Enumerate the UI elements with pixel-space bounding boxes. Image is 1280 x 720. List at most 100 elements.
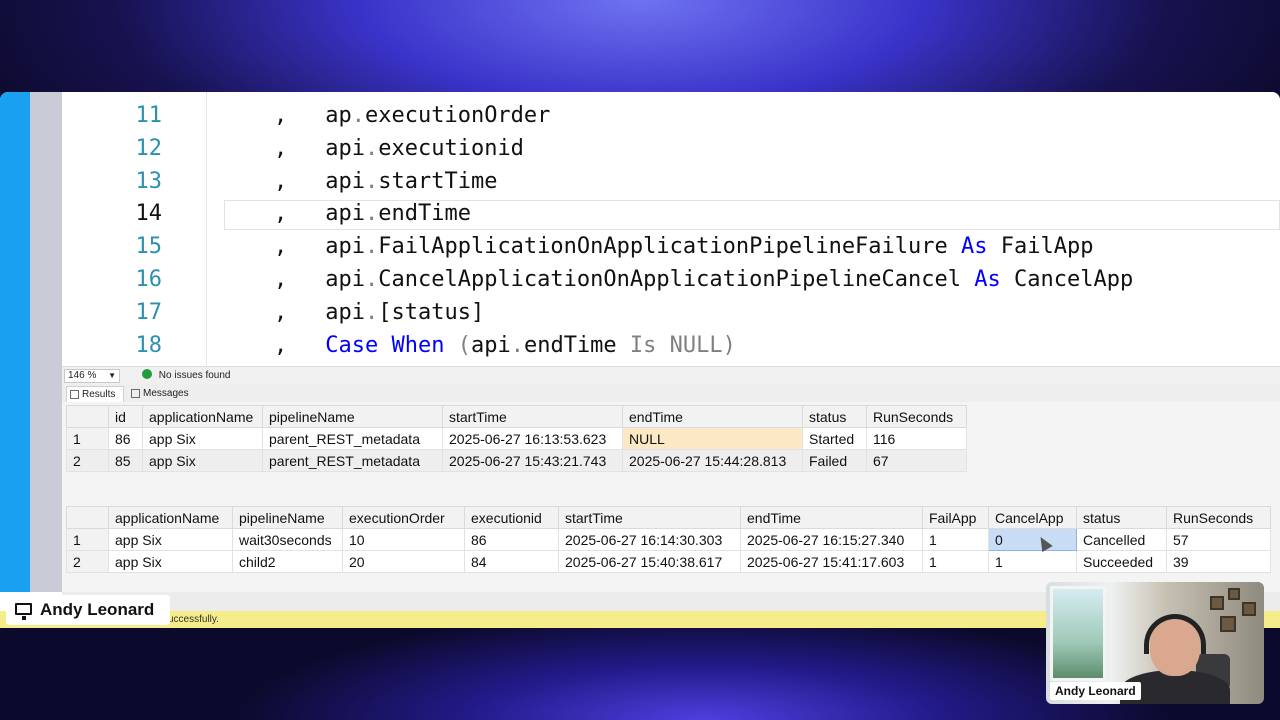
code-line[interactable]: 14, api.endTime (62, 198, 1280, 230)
code-text: , api.FailApplicationOnApplicationPipeli… (274, 231, 1094, 263)
column-header[interactable]: FailApp (922, 506, 989, 529)
grid-cell[interactable]: parent_REST_metadata (262, 449, 443, 472)
grid-cell[interactable]: 86 (108, 427, 143, 450)
grid-cell[interactable]: 1 (922, 550, 989, 573)
column-header[interactable]: executionOrder (342, 506, 465, 529)
code-token: FailApp (987, 234, 1094, 260)
grid-cell[interactable]: app Six (142, 449, 263, 472)
grid-cell[interactable]: 86 (464, 528, 559, 551)
table-row[interactable]: 1 86 app Six parent_REST_metadata 2025-06-27… (66, 427, 967, 450)
issues-text: No issues found (158, 370, 231, 381)
code-token: api (325, 234, 365, 260)
code-text: , api.[status] (274, 297, 484, 329)
column-header[interactable]: applicationName (108, 506, 233, 529)
grid-cell[interactable]: Succeeded (1076, 550, 1167, 573)
column-header[interactable]: status (1076, 506, 1167, 529)
grid-cell[interactable]: Failed (802, 449, 867, 472)
grid-cell[interactable]: 1 (922, 528, 989, 551)
column-header[interactable]: startTime (558, 506, 741, 529)
zoom-dropdown[interactable]: 146 % ▼ (64, 369, 120, 383)
code-token: api (325, 168, 365, 194)
grid-cell[interactable]: 20 (342, 550, 465, 573)
tab-results[interactable]: Results (66, 386, 124, 402)
column-header[interactable]: applicationName (142, 405, 263, 428)
results-grid-2[interactable]: applicationName pipelineName executionOrde… (66, 506, 1271, 573)
code-token: api (325, 299, 365, 325)
grid-cell[interactable]: 39 (1166, 550, 1271, 573)
grid-cell[interactable]: 2025-06-27 15:44:28.813 (622, 449, 803, 472)
row-number[interactable]: 1 (66, 427, 109, 450)
grid-cell[interactable]: 84 (464, 550, 559, 573)
column-header[interactable]: pipelineName (232, 506, 343, 529)
grid-cell[interactable]: app Six (108, 550, 233, 573)
code-line[interactable]: 17, api.[status] (62, 297, 1280, 329)
grid-cell[interactable]: 85 (108, 449, 143, 472)
column-header[interactable]: endTime (740, 506, 923, 529)
grid-cell[interactable]: 2025-06-27 15:43:21.743 (442, 449, 623, 472)
code-line[interactable]: 12, api.executionid (62, 133, 1280, 165)
grid-icon (70, 390, 79, 399)
row-number[interactable]: 1 (66, 528, 109, 551)
grid-cell[interactable]: 67 (866, 449, 967, 472)
column-header[interactable]: RunSeconds (1166, 506, 1271, 529)
column-header[interactable]: executionid (464, 506, 559, 529)
sql-keyword: When (391, 332, 445, 358)
sql-keyword: Case (325, 332, 379, 358)
code-token: . (510, 332, 524, 358)
code-token: ap (325, 103, 352, 128)
column-header[interactable]: id (108, 405, 143, 428)
column-header[interactable]: startTime (442, 405, 623, 428)
table-row[interactable]: 2 85 app Six parent_REST_metadata 2025-06-27… (66, 449, 967, 472)
code-line[interactable]: 18, Case When (api.endTime Is NULL) (62, 330, 1280, 362)
grid-cell[interactable]: 2025-06-27 16:15:27.340 (740, 528, 923, 551)
grid-cell[interactable]: app Six (142, 427, 263, 450)
code-line[interactable]: 16, api.CancelApplicationOnApplicationPi… (62, 264, 1280, 296)
column-header[interactable]: CancelApp (988, 506, 1077, 529)
code-token: . (364, 299, 379, 325)
code-token: endTime (523, 332, 630, 358)
grid-cell[interactable]: parent_REST_metadata (262, 427, 443, 450)
code-text: , api.startTime (274, 166, 498, 198)
webcam-wall-art (1206, 588, 1258, 648)
line-number: 12 (135, 135, 163, 161)
code-token: api (325, 135, 365, 161)
column-header[interactable]: endTime (622, 405, 803, 428)
code-line[interactable]: 15, api.FailApplicationOnApplicationPipe… (62, 231, 1280, 263)
window-edge-strip (0, 92, 30, 592)
tab-messages[interactable]: Messages (128, 386, 194, 402)
code-line[interactable]: 11, ap.executionOrder (62, 100, 1280, 132)
row-number[interactable]: 2 (66, 449, 109, 472)
column-header[interactable]: status (802, 405, 867, 428)
grid-cell[interactable]: wait30seconds (232, 528, 343, 551)
sql-keyword: As (961, 234, 988, 260)
grid-cell[interactable]: Cancelled (1076, 528, 1167, 551)
issues-indicator[interactable]: No issues found (142, 369, 231, 383)
grid-cell[interactable]: 57 (1166, 528, 1271, 551)
grid-cell[interactable]: 2025-06-27 15:41:17.603 (740, 550, 923, 573)
row-number[interactable]: 2 (66, 550, 109, 573)
results-grid-1[interactable]: id applicationName pipelineName startTime en… (66, 405, 967, 472)
grid-cell[interactable]: NULL (622, 427, 803, 450)
query-editor[interactable]: 11, ap.executionOrder 12, api.executionid… (62, 92, 1280, 366)
grid-cell[interactable]: app Six (108, 528, 233, 551)
grid-cell[interactable]: child2 (232, 550, 343, 573)
column-header[interactable] (66, 506, 109, 529)
grid-cell[interactable]: 116 (866, 427, 967, 450)
grid-cell[interactable]: Started (802, 427, 867, 450)
grid-cell[interactable]: 2025-06-27 16:13:53.623 (442, 427, 623, 450)
code-line[interactable]: 13, api.startTime (62, 166, 1280, 198)
column-header[interactable]: RunSeconds (866, 405, 967, 428)
grid-cell[interactable]: 2025-06-27 15:40:38.617 (558, 550, 741, 573)
grid-cell[interactable]: 2025-06-27 16:14:30.303 (558, 528, 741, 551)
code-token: startTime (378, 168, 498, 194)
grid-header-row: id applicationName pipelineName startTime en… (66, 405, 967, 428)
column-header[interactable]: pipelineName (262, 405, 443, 428)
grid-cell[interactable]: 10 (342, 528, 465, 551)
table-row[interactable]: 1 app Six wait30seconds 10 86 2025-06-27 16:1… (66, 528, 1271, 551)
table-row[interactable]: 2 app Six child2 20 84 2025-06-27 15:40:38.61… (66, 550, 1271, 573)
column-header[interactable] (66, 405, 109, 428)
grid-cell[interactable]: 0 (988, 528, 1077, 551)
code-token: ) (722, 332, 736, 358)
grid-cell[interactable]: 1 (988, 550, 1077, 573)
code-token: , (274, 299, 326, 325)
